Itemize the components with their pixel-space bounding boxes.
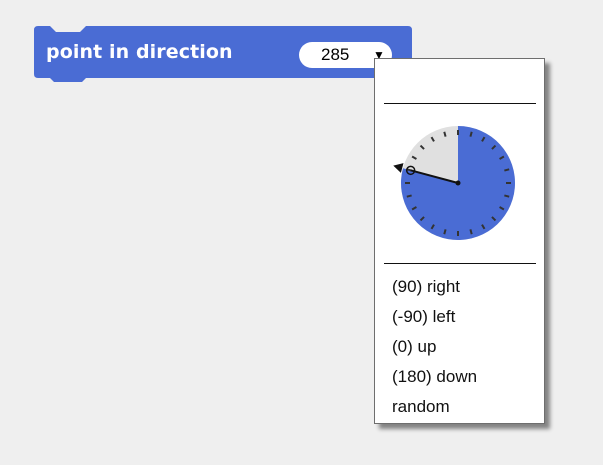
dial-graphic[interactable]	[383, 119, 533, 249]
menu-item-left[interactable]: (-90) left	[392, 302, 477, 332]
block-label: point in direction	[46, 41, 233, 63]
menu-divider-bottom	[384, 263, 536, 264]
dial-tick	[469, 229, 473, 235]
dial-center	[455, 180, 461, 186]
direction-menu: (90) right (-90) left (0) up (180) down …	[374, 58, 545, 424]
menu-item-down[interactable]: (180) down	[392, 362, 477, 392]
menu-item-random[interactable]: random	[392, 392, 477, 422]
scripting-area: point in direction 285 ▼ (90) right (-90…	[0, 0, 603, 465]
menu-item-right[interactable]: (90) right	[392, 272, 477, 302]
point-in-direction-block[interactable]: point in direction 285 ▼	[34, 26, 412, 82]
dial-tick	[504, 168, 510, 172]
direction-options: (90) right (-90) left (0) up (180) down …	[392, 272, 477, 422]
direction-value: 285	[321, 45, 350, 64]
dial-tick	[504, 194, 510, 198]
direction-dial[interactable]	[383, 119, 533, 249]
dial-tick	[406, 194, 412, 198]
dial-arrow-icon	[393, 163, 404, 173]
dial-tick	[443, 229, 447, 235]
menu-divider-top	[384, 103, 536, 104]
dial-tick	[469, 131, 473, 137]
dial-tick	[443, 131, 447, 137]
menu-item-up[interactable]: (0) up	[392, 332, 477, 362]
